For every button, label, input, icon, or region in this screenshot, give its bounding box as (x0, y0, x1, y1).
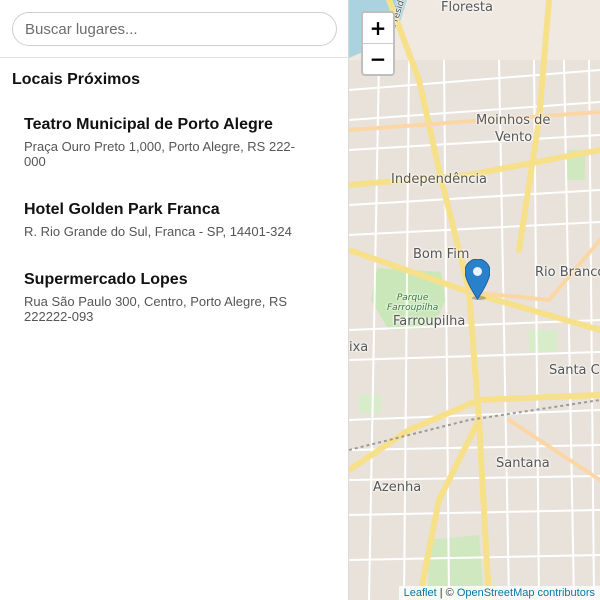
zoom-control: + − (361, 11, 395, 76)
map-label-independencia: Independência (391, 172, 488, 187)
map-label-bom-fim: Bom Fim (413, 247, 470, 262)
section-title: Locais Próximos (12, 71, 141, 88)
zoom-out-button[interactable]: − (363, 43, 393, 74)
park-label-line2: Farroupilha (387, 303, 439, 313)
place-name: Supermercado Lopes (24, 271, 188, 288)
leaflet-link[interactable]: Leaflet (404, 587, 437, 599)
map-pin-icon[interactable] (465, 259, 490, 300)
map-label-santana: Santana (496, 456, 550, 471)
place-address: R. Rio Grande do Sul, Franca - SP, 14401… (24, 224, 292, 239)
osm-link[interactable]: OpenStreetMap contributors (457, 587, 595, 599)
map-label-ixa: ixa (349, 340, 369, 355)
places-sidebar: Locais Próximos Teatro Municipal de Port… (0, 0, 349, 600)
place-list: Teatro Municipal de Porto Alegre Praça O… (0, 115, 348, 324)
park-label-line1: Parque (396, 293, 429, 303)
place-item[interactable]: Supermercado Lopes Rua São Paulo 300, Ce… (0, 270, 348, 324)
map-label-azenha: Azenha (373, 480, 422, 495)
map-label-parque: Parque Farroupilha (387, 293, 438, 313)
place-item[interactable]: Hotel Golden Park Franca R. Rio Grande d… (0, 200, 348, 239)
map-label-moinhos-line1: Moinhos de (476, 113, 551, 128)
place-address: Praça Ouro Preto 1,000, Porto Alegre, RS… (24, 139, 295, 169)
place-name: Hotel Golden Park Franca (24, 201, 220, 218)
search-bar (0, 0, 348, 58)
map-attribution: Leaflet | © OpenStreetMap contributors (398, 586, 600, 600)
place-item[interactable]: Teatro Municipal de Porto Alegre Praça O… (0, 115, 348, 169)
app: Locais Próximos Teatro Municipal de Port… (0, 0, 600, 600)
map-label-santa-c: Santa C (549, 363, 600, 378)
zoom-in-button[interactable]: + (363, 13, 393, 43)
map-view[interactable]: Floresta Avenida Presidente Moinhos de V… (349, 0, 600, 600)
search-input[interactable] (12, 12, 337, 46)
place-name: Teatro Municipal de Porto Alegre (24, 116, 273, 133)
map-label-rio-branco: Rio Branco (535, 265, 600, 280)
map-label-farroupilha: Farroupilha (393, 314, 466, 329)
map-label-moinhos-line2: Vento (495, 130, 533, 145)
place-address: Rua São Paulo 300, Centro, Porto Alegre,… (24, 294, 288, 324)
map-label-floresta: Floresta (441, 0, 493, 15)
attribution-separator: | © (436, 587, 457, 599)
